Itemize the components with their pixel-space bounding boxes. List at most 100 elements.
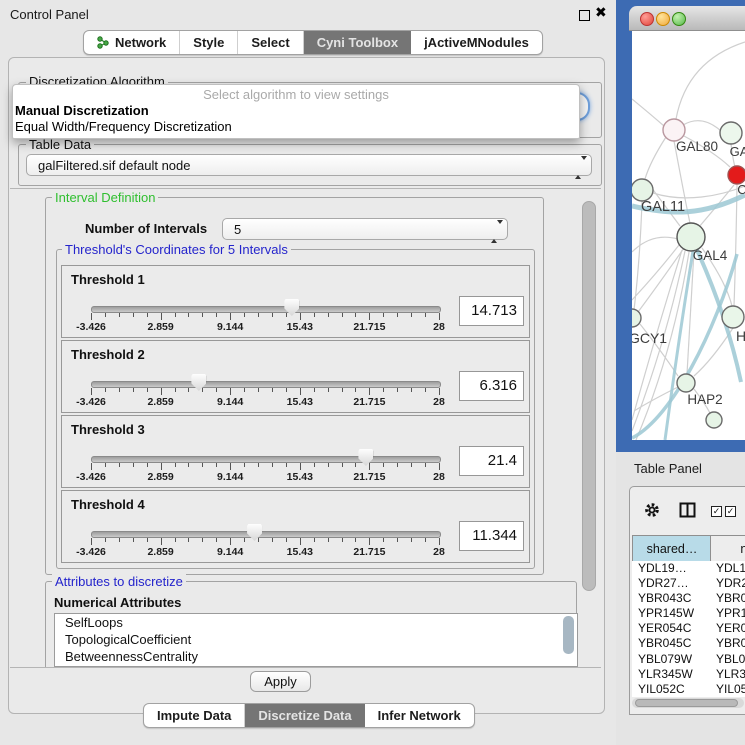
settings-scrollbar[interactable] [582, 201, 596, 591]
threshold-slider[interactable] [91, 531, 441, 538]
slider-thumb[interactable] [358, 449, 373, 466]
slider-tick [175, 463, 176, 467]
table-row[interactable]: YBR045CYBR045C [632, 636, 745, 651]
table-row[interactable]: YBR043CYBR043C [632, 591, 745, 606]
threshold-value-box[interactable]: 11.344 [459, 521, 524, 551]
slider-tick [188, 313, 189, 317]
tab-network[interactable]: Network [84, 31, 180, 54]
gear-icon[interactable] [644, 502, 660, 518]
threshold-panel: Threshold 3-3.4262.8599.14415.4321.71528… [61, 415, 530, 488]
threshold-label: Threshold 1 [71, 272, 145, 287]
tab-discretize-data[interactable]: Discretize Data [245, 704, 364, 727]
gal11-node[interactable] [632, 179, 653, 201]
algorithm-option[interactable]: Manual Discretization [15, 103, 149, 118]
tab-jactivemnodules[interactable]: jActiveMNodules [411, 31, 542, 54]
slider-tick [439, 538, 440, 545]
slider-tick [425, 388, 426, 392]
slider-tick [119, 538, 120, 542]
tab-select[interactable]: Select [238, 31, 303, 54]
zoom-window-icon[interactable] [672, 12, 686, 26]
column-header-shared[interactable]: shared… [632, 535, 712, 562]
tab-label: Select [251, 35, 289, 50]
attribute-list-item[interactable]: SelfLoops [55, 614, 577, 631]
network-edge[interactable] [638, 248, 684, 312]
threshold-slider[interactable] [91, 456, 441, 463]
cell-shared-name: YPR145W [638, 606, 694, 620]
slider-tick [411, 388, 412, 392]
gal80-node[interactable] [663, 119, 685, 141]
table-data-selected-value: galFiltered.sif default node [38, 158, 190, 173]
tab-infer-network[interactable]: Infer Network [365, 704, 474, 727]
h-node[interactable] [722, 306, 744, 328]
threshold-panel: Threshold 1-3.4262.8599.14415.4321.71528… [61, 265, 530, 338]
checkbox-icon[interactable]: ✓ [711, 506, 722, 517]
table-row[interactable]: YBL079WYBL079W [632, 652, 745, 667]
table-row[interactable]: YIL052CYIL052C [632, 682, 745, 697]
table-data-select[interactable]: galFiltered.sif default node [26, 154, 592, 176]
table-row[interactable]: YDR27…YDR27… [632, 576, 745, 591]
attribute-list-item[interactable]: BetweennessCentrality [55, 648, 577, 665]
cell-shared-name: YLR345W [638, 667, 693, 681]
network-edge[interactable] [734, 185, 737, 306]
select-arrows-icon [575, 160, 582, 170]
num-intervals-value: 5 [234, 222, 241, 237]
algorithm-option[interactable]: Equal Width/Frequency Discretization [15, 119, 232, 134]
split-columns-icon[interactable] [679, 502, 696, 518]
slider-tick-label: 28 [433, 471, 445, 483]
slider-tick [91, 388, 92, 395]
table-row[interactable]: YER054CYER054C [632, 621, 745, 636]
attribute-list-item[interactable]: TopologicalCoefficient [55, 631, 577, 648]
threshold-label: Threshold 2 [71, 347, 145, 362]
panel-title: Control Panel [10, 7, 89, 22]
table-panel-title: Table Panel [634, 461, 702, 476]
hap2-node[interactable] [677, 374, 695, 392]
slider-tick [411, 538, 412, 542]
attributes-list-scrollbar[interactable] [563, 616, 574, 654]
tab-label: Discretize Data [258, 708, 351, 723]
table-row[interactable]: YDL19…YDL19… [632, 561, 745, 576]
num-intervals-label: Number of Intervals [85, 221, 207, 236]
float-panel-icon[interactable] [579, 10, 590, 21]
bottom-node[interactable] [706, 412, 722, 428]
network-edge[interactable] [645, 137, 666, 179]
slider-tick [355, 388, 356, 392]
top-right-node[interactable] [720, 122, 742, 144]
node-label: GAL4 [693, 248, 728, 263]
network-canvas[interactable]: GAL80GACGAL11GAL4GCY1HHAP2 [632, 31, 745, 440]
threshold-value-box[interactable]: 14.713 [459, 296, 524, 326]
column-header-name[interactable]: name [710, 535, 745, 562]
network-edge[interactable] [632, 99, 664, 126]
network-window-titlebar[interactable] [629, 6, 745, 31]
slider-tick [202, 538, 203, 542]
slider-tick [202, 463, 203, 467]
close-window-icon[interactable] [640, 12, 654, 26]
threshold-value-box[interactable]: 6.316 [459, 371, 524, 401]
network-edge[interactable] [676, 42, 745, 119]
threshold-slider[interactable] [91, 306, 441, 313]
threshold-value-box[interactable]: 21.4 [459, 446, 524, 476]
table-row[interactable]: YLR345WYLR345W [632, 667, 745, 682]
table-row[interactable]: YPR145WYPR145W [632, 606, 745, 621]
gal4-node[interactable] [677, 223, 705, 251]
minimize-window-icon[interactable] [656, 12, 670, 26]
algorithm-placeholder-option[interactable]: Select algorithm to view settings [13, 87, 579, 102]
checkbox-icon[interactable]: ✓ [725, 506, 736, 517]
slider-tick [355, 313, 356, 317]
network-edge[interactable] [632, 237, 678, 252]
apply-button[interactable]: Apply [250, 671, 311, 692]
close-panel-icon[interactable]: ✖ [595, 4, 607, 21]
network-edge[interactable] [683, 121, 721, 131]
tab-impute-data[interactable]: Impute Data [144, 704, 245, 727]
slider-thumb[interactable] [247, 524, 262, 541]
node-label: H [736, 328, 745, 344]
threshold-slider[interactable] [91, 381, 441, 388]
tab-style[interactable]: Style [180, 31, 238, 54]
num-intervals-select[interactable]: 5 [222, 218, 508, 240]
slider-tick [258, 388, 259, 392]
slider-tick-label: 15.43 [287, 396, 313, 408]
slider-thumb[interactable] [191, 374, 206, 391]
slider-tick [425, 538, 426, 542]
slider-tick [216, 463, 217, 467]
tab-cyni-toolbox[interactable]: Cyni Toolbox [304, 31, 411, 54]
table-horizontal-scrollbar[interactable] [632, 698, 744, 708]
